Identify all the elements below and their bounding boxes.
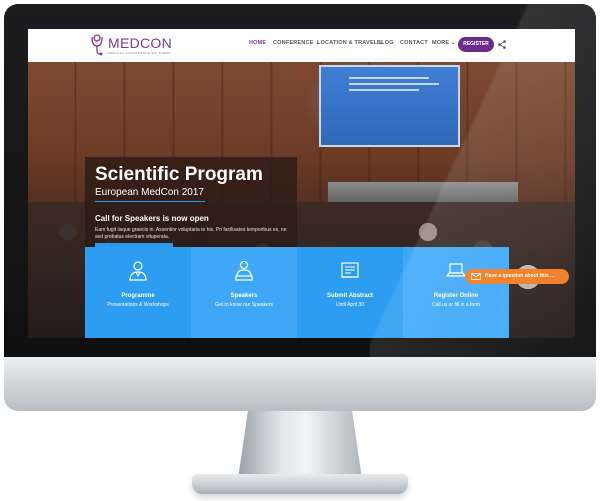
nav-item-more[interactable]: MORE ⌄ bbox=[432, 40, 456, 46]
nav-item-conference-label: CONFERENCE bbox=[273, 40, 314, 46]
speaker-icon bbox=[235, 260, 253, 281]
nav-item-blog[interactable]: BLOG bbox=[377, 40, 394, 46]
tile-register-online-title: Register Online bbox=[433, 293, 479, 299]
top-navigation-bar: MEDCON MEDICAL CONFERENCE WP THEME HOME … bbox=[28, 29, 575, 63]
chevron-down-icon: ⌄ bbox=[451, 40, 456, 46]
nav-item-contact[interactable]: CONTACT bbox=[400, 40, 428, 46]
tile-submit-abstract-title: Submit Abstract bbox=[326, 293, 374, 299]
hero-subtitle: European MedCon 2017 bbox=[95, 187, 204, 198]
tile-submit-abstract[interactable]: Submit Abstract Until April 30 bbox=[297, 247, 403, 338]
projection-text-line bbox=[349, 77, 429, 79]
feature-tiles: Programme Presentations & Workshops Spea… bbox=[85, 247, 510, 338]
monitor-screen: MEDCON MEDICAL CONFERENCE WP THEME HOME … bbox=[28, 29, 575, 338]
monitor-chin bbox=[4, 357, 596, 411]
stethoscope-logo-icon[interactable] bbox=[89, 34, 105, 56]
hero-divider bbox=[95, 201, 205, 202]
share-icon[interactable] bbox=[498, 40, 506, 49]
brand-tagline: MEDICAL CONFERENCE WP THEME bbox=[108, 51, 171, 55]
tile-programme[interactable]: Programme Presentations & Workshops bbox=[85, 247, 191, 338]
hero-title: Scientific Program bbox=[95, 164, 263, 185]
nav-item-home[interactable]: HOME bbox=[249, 40, 266, 46]
brand-name[interactable]: MEDCON bbox=[108, 35, 172, 51]
tile-speakers-title: Speakers bbox=[230, 293, 258, 299]
laptop-icon bbox=[445, 263, 467, 277]
tile-submit-abstract-subtitle: Until April 30 bbox=[335, 302, 365, 308]
nav-item-location-travel[interactable]: LOCATION & TRAVEL ⌄ bbox=[317, 40, 384, 46]
tile-register-online-subtitle: Call us or fill in a form bbox=[431, 302, 481, 308]
envelope-icon bbox=[471, 273, 481, 280]
tile-speakers-subtitle: Get to know our Speakers bbox=[215, 302, 273, 308]
hero-body-text: Eam fugit iisque graecis in. Assentior v… bbox=[95, 227, 287, 240]
hero-callout: Call for Speakers is now open bbox=[95, 214, 209, 223]
nav-item-location-label: LOCATION & TRAVEL bbox=[317, 40, 378, 46]
tile-register-online[interactable]: Register Online Call us or fill in a for… bbox=[403, 247, 509, 338]
projection-text-line bbox=[349, 89, 419, 91]
tile-programme-title: Programme bbox=[121, 293, 155, 299]
doctor-icon bbox=[129, 261, 147, 281]
hero-photo-projection-screen bbox=[319, 65, 460, 147]
nav-item-conference[interactable]: CONFERENCE ⌄ bbox=[273, 40, 320, 46]
monitor-stand-base bbox=[192, 474, 408, 494]
chat-widget-label: Have a question about this ... bbox=[485, 273, 555, 279]
monitor-stand-neck bbox=[238, 411, 362, 479]
chat-widget-button[interactable]: Have a question about this ... bbox=[465, 269, 569, 284]
tile-programme-subtitle: Presentations & Workshops bbox=[107, 302, 169, 308]
tile-speakers[interactable]: Speakers Get to know our Speakers bbox=[191, 247, 297, 338]
nav-item-more-label: MORE bbox=[432, 40, 450, 46]
document-icon bbox=[341, 262, 359, 278]
projection-text-line bbox=[349, 83, 439, 85]
register-button[interactable]: REGISTER bbox=[458, 37, 494, 52]
